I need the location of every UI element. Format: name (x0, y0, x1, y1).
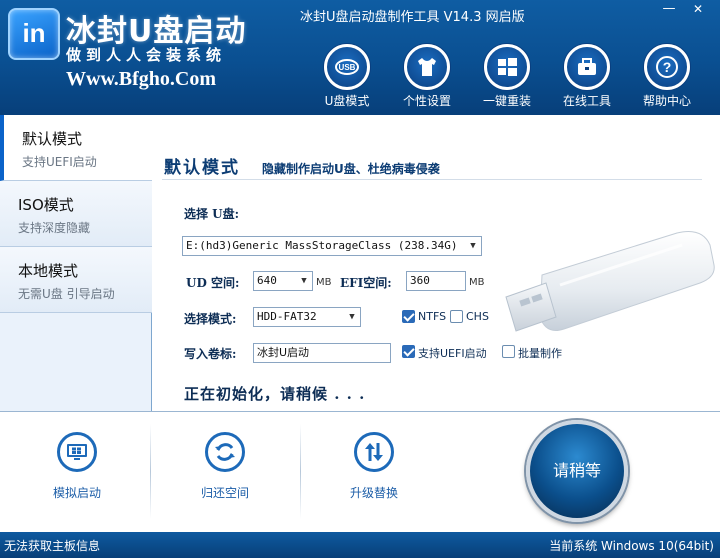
header: in 冰封U盘启动 做到人人会装系统 Www.Bfgho.Com 冰封U盘启动盘… (0, 0, 720, 115)
minimize-button[interactable]: — (655, 0, 683, 20)
windows-icon (484, 44, 530, 90)
current-os-status: 当前系统 Windows 10(64bit) (549, 539, 714, 553)
sidebar-item-label: 本地模式 (18, 262, 79, 280)
nav-label: 在线工具 (562, 94, 611, 108)
init-status-text: 正在初始化，请稍候 . . . (184, 385, 366, 403)
efi-space-label: EFI空间: (340, 276, 392, 290)
divider (150, 424, 151, 519)
chevron-down-icon: ▼ (349, 312, 355, 322)
logo: in (8, 8, 60, 60)
nav-personal-settings[interactable]: 个性设置 (390, 44, 464, 110)
chs-checkbox-label[interactable]: CHS (466, 310, 489, 323)
mode-select[interactable]: HDD-FAT32 ▼ (253, 307, 361, 327)
chevron-down-icon: ▼ (301, 276, 307, 286)
title-divider (162, 179, 702, 180)
upgrade-replace-button[interactable]: 升级替换 (334, 432, 414, 512)
nav-one-click-reinstall[interactable]: 一键重装 (470, 44, 544, 110)
monitor-icon (57, 432, 97, 472)
nav-label: 一键重装 (482, 94, 531, 108)
restore-space-button[interactable]: 归还空间 (185, 432, 265, 512)
sidebar-item-sub: 支持UEFI启动 (22, 155, 97, 169)
logo-text: in (22, 18, 46, 48)
ud-space-select[interactable]: 640 ▼ (253, 271, 313, 291)
sidebar: 默认模式 支持UEFI启动 ISO模式 支持深度隐藏 本地模式 无需U盘 引导启… (0, 115, 152, 411)
nav-label: 个性设置 (402, 94, 451, 108)
ntfs-checkbox[interactable] (402, 310, 415, 323)
ud-space-value: 640 (257, 274, 277, 287)
sidebar-item-default-mode[interactable]: 默认模式 支持UEFI启动 (0, 115, 152, 181)
tool-label: 升级替换 (349, 486, 398, 500)
page-subtitle: 隐藏制作启动U盘、杜绝病毒侵袭 (262, 162, 440, 176)
volume-label-input[interactable]: 冰封U启动 (253, 343, 391, 363)
footer-toolbar: 模拟启动 归还空间 升级替换 请稍等 (0, 411, 720, 532)
usb-icon: USB (324, 44, 370, 90)
start-wait-button[interactable]: 请稍等 (526, 420, 628, 522)
sidebar-item-local-mode[interactable]: 本地模式 无需U盘 引导启动 (0, 247, 152, 313)
nav-help-center[interactable]: ? 帮助中心 (630, 44, 704, 110)
batch-checkbox[interactable] (502, 345, 515, 358)
brand-url: Www.Bfgho.Com (66, 68, 217, 90)
sidebar-item-sub: 无需U盘 引导启动 (18, 287, 115, 301)
close-button[interactable]: ✕ (684, 0, 712, 20)
chs-checkbox[interactable] (450, 310, 463, 323)
page-title: 默认模式 (164, 158, 240, 178)
sidebar-item-sub: 支持深度隐藏 (18, 221, 91, 235)
efi-space-unit: MB (469, 277, 485, 288)
nav-online-tools[interactable]: 在线工具 (550, 44, 624, 110)
select-disk-label: 选择 U盘: (184, 207, 240, 221)
chevron-down-icon: ▼ (470, 241, 476, 251)
window-title: 冰封U盘启动盘制作工具 V14.3 网启版 (300, 10, 525, 25)
refresh-icon (205, 432, 245, 472)
volume-label-label: 写入卷标: (184, 347, 237, 361)
main-panel: 默认模式 隐藏制作启动U盘、杜绝病毒侵袭 选择 U盘: E:(hd3)Gener… (152, 115, 720, 411)
upgrade-arrows-icon (354, 432, 394, 472)
uefi-checkbox-label[interactable]: 支持UEFI启动 (418, 345, 487, 361)
disk-select-value: E:(hd3)Generic MassStorageClass (238.34G… (186, 239, 458, 252)
tool-label: 模拟启动 (52, 486, 101, 500)
nav-u-disk-mode[interactable]: USB U盘模式 (310, 44, 384, 110)
tshirt-icon (404, 44, 450, 90)
nav-label: U盘模式 (324, 94, 370, 108)
uefi-checkbox[interactable] (402, 345, 415, 358)
mode-label: 选择模式: (184, 312, 237, 326)
svg-text:?: ? (663, 59, 672, 75)
disk-select[interactable]: E:(hd3)Generic MassStorageClass (238.34G… (182, 236, 482, 256)
ud-space-unit: MB (316, 277, 332, 288)
mode-select-value: HDD-FAT32 (257, 310, 317, 323)
brand-slogan: 做到人人会装系统 (66, 46, 227, 64)
toolbox-icon (564, 44, 610, 90)
divider (300, 424, 301, 519)
sidebar-item-label: ISO模式 (18, 196, 74, 214)
efi-space-input[interactable]: 360 (406, 271, 466, 291)
svg-text:USB: USB (339, 63, 356, 72)
sidebar-item-label: 默认模式 (22, 130, 83, 148)
status-bar: 无法获取主板信息 当前系统 Windows 10(64bit) (0, 532, 720, 558)
ntfs-checkbox-label[interactable]: NTFS (418, 310, 446, 323)
sidebar-item-iso-mode[interactable]: ISO模式 支持深度隐藏 (0, 181, 152, 247)
batch-checkbox-label[interactable]: 批量制作 (518, 345, 562, 361)
tool-label: 归还空间 (200, 486, 249, 500)
ud-space-label: UD 空间: (186, 276, 240, 290)
help-icon: ? (644, 44, 690, 90)
usb-drive-illustration (505, 231, 715, 332)
simulate-boot-button[interactable]: 模拟启动 (37, 432, 117, 512)
motherboard-status: 无法获取主板信息 (4, 539, 101, 553)
nav-label: 帮助中心 (642, 94, 691, 108)
